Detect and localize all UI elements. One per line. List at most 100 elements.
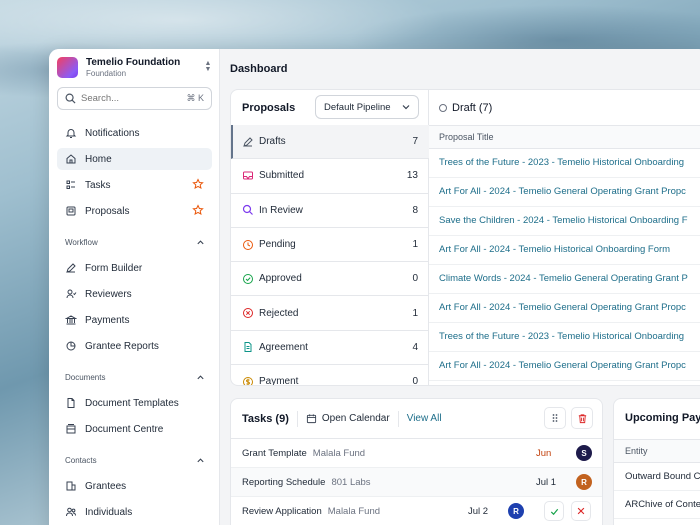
- star-icon[interactable]: [192, 178, 204, 190]
- task-row[interactable]: Reporting Schedule 801 Labs Jul 1 R: [231, 468, 602, 497]
- status-item-pending[interactable]: Pending 1: [231, 228, 429, 263]
- pipeline-value: Default Pipeline: [324, 101, 391, 113]
- view-all-link[interactable]: View All: [407, 413, 442, 424]
- reject-button[interactable]: [571, 501, 591, 521]
- search-input[interactable]: [81, 93, 187, 104]
- home-icon: [66, 154, 76, 164]
- draft-rows: Trees of the Future - 2023 - Temelio His…: [429, 149, 700, 381]
- sidebar-item-payments[interactable]: Payments: [57, 309, 212, 331]
- sidebar-item-grantees[interactable]: Grantees: [57, 475, 212, 497]
- proposal-row-link[interactable]: Trees of the Future - 2023 - Temelio His…: [429, 323, 700, 352]
- status-count: 0: [412, 273, 418, 285]
- status-item-drafts[interactable]: Drafts 7: [231, 125, 429, 160]
- status-label: In Review: [259, 204, 303, 216]
- drag-handle-button[interactable]: [544, 407, 566, 429]
- divider: [296, 410, 298, 427]
- delete-button[interactable]: [571, 407, 593, 429]
- search-icon: [65, 93, 76, 104]
- avatar: R: [576, 474, 592, 490]
- sidebar-item-label: Document Centre: [85, 423, 164, 435]
- upcoming-payments-card: Upcoming Payments Entity Outward Bound C…: [613, 398, 700, 525]
- status-dot-icon: [439, 104, 447, 112]
- trash-icon: [578, 413, 586, 423]
- approve-button[interactable]: [544, 501, 564, 521]
- sidebar-item-form-builder[interactable]: Form Builder: [57, 257, 212, 279]
- sidebar-item-label: Proposals: [85, 205, 130, 217]
- sidebar-item-label: Reviewers: [85, 288, 132, 300]
- column-header-entity[interactable]: Entity: [614, 439, 700, 463]
- status-count: 4: [412, 341, 418, 353]
- status-item-in-review[interactable]: In Review 8: [231, 194, 429, 228]
- sidebar-item-label: Grantees: [85, 480, 127, 492]
- status-item-agreement[interactable]: Agreement 4: [231, 331, 429, 366]
- proposal-row-link[interactable]: Art For All - 2024 - Temelio General Ope…: [429, 178, 700, 207]
- sidebar-item-notifications[interactable]: Notifications: [57, 122, 212, 144]
- sidebar-item-label: Form Builder: [85, 262, 143, 274]
- sidebar: Temelio Foundation Foundation ▲▼ ⌘ K Not…: [49, 49, 220, 525]
- task-name: Review Application: [242, 505, 322, 517]
- proposal-row-link[interactable]: Save the Children - 2024 - Temelio Histo…: [429, 207, 700, 236]
- sidebar-item-document-centre[interactable]: Document Centre: [57, 418, 212, 440]
- section-documents[interactable]: Documents: [65, 373, 205, 382]
- open-calendar-button[interactable]: Open Calendar: [306, 413, 390, 424]
- status-item-submitted[interactable]: Submitted 13: [231, 159, 429, 194]
- column-header-proposal-title[interactable]: Proposal Title: [429, 125, 700, 149]
- star-icon[interactable]: [192, 204, 204, 216]
- reviewer-icon: [66, 289, 77, 299]
- status-label: Approved: [259, 273, 302, 285]
- draft-title: Draft (7): [452, 102, 493, 114]
- check-icon: [550, 508, 558, 515]
- tasks-card: Tasks (9) Open Calendar View All Grant T…: [230, 398, 603, 525]
- sidebar-item-label: Individuals: [85, 506, 133, 518]
- status-item-rejected[interactable]: Rejected 1: [231, 296, 429, 331]
- status-label: Payment: [259, 376, 299, 386]
- search-box[interactable]: ⌘ K: [57, 87, 212, 110]
- sidebar-item-individuals[interactable]: Individuals: [57, 501, 212, 523]
- archive-icon: [66, 424, 76, 434]
- proposal-row-link[interactable]: Trees of the Future - 2023 - Temelio His…: [429, 149, 700, 178]
- section-workflow[interactable]: Workflow: [65, 238, 205, 247]
- sidebar-item-home[interactable]: Home: [57, 148, 212, 170]
- proposal-icon: [66, 206, 76, 216]
- status-label: Drafts: [259, 136, 286, 148]
- entity-row[interactable]: ARChive of Contemporary Music: [614, 491, 700, 519]
- task-row[interactable]: Review Application Malala Fund Jul 2 R: [231, 497, 602, 525]
- proposal-row-link[interactable]: Art For All - 2024 - Temelio General Ope…: [429, 294, 700, 323]
- section-contacts[interactable]: Contacts: [65, 456, 205, 465]
- calendar-icon: [306, 414, 316, 424]
- upcoming-title: Upcoming Payments: [625, 412, 700, 424]
- section-label: Documents: [65, 373, 106, 382]
- chevron-up-icon: [197, 375, 204, 380]
- task-org: 801 Labs: [331, 476, 371, 488]
- entity-row[interactable]: Outward Bound Center: [614, 463, 700, 491]
- status-count: 7: [412, 136, 418, 148]
- task-row[interactable]: Grant Template Malala Fund Jun S: [231, 439, 602, 468]
- task-due-date: Jul 2: [468, 505, 489, 517]
- sidebar-item-tasks[interactable]: Tasks: [57, 174, 212, 196]
- task-name: Reporting Schedule: [242, 476, 326, 488]
- task-due-date: Jul 1: [536, 476, 557, 488]
- status-item-payment[interactable]: Payment 0: [231, 365, 429, 386]
- proposals-title: Proposals: [242, 102, 296, 114]
- clock-icon: [243, 239, 253, 250]
- org-logo: [57, 57, 78, 78]
- pipeline-select[interactable]: Default Pipeline: [315, 95, 419, 119]
- chevron-up-icon: [197, 458, 204, 463]
- sidebar-item-proposals[interactable]: Proposals: [57, 200, 212, 222]
- sidebar-item-label: Notifications: [85, 127, 140, 139]
- chevron-up-icon: [197, 240, 204, 245]
- proposal-row-link[interactable]: Climate Words - 2024 - Temelio General O…: [429, 265, 700, 294]
- status-item-approved[interactable]: Approved 0: [231, 262, 429, 297]
- proposal-row-link[interactable]: Art For All - 2024 - Temelio General Ope…: [429, 352, 700, 381]
- chevron-down-icon: [402, 105, 410, 110]
- org-switcher[interactable]: Temelio Foundation Foundation ▲ ▼: [57, 57, 213, 78]
- section-label: Contacts: [65, 456, 97, 465]
- sidebar-item-document-templates[interactable]: Document Templates: [57, 392, 212, 414]
- sidebar-item-reviewers[interactable]: Reviewers: [57, 283, 212, 305]
- search-shortcut: ⌘ K: [186, 93, 204, 103]
- sidebar-item-grantee-reports[interactable]: Grantee Reports: [57, 335, 212, 357]
- proposal-row-link[interactable]: Art For All - 2024 - Temelio Historical …: [429, 236, 700, 265]
- status-count: 0: [412, 376, 418, 386]
- open-calendar-label: Open Calendar: [321, 413, 390, 424]
- divider: [397, 410, 399, 427]
